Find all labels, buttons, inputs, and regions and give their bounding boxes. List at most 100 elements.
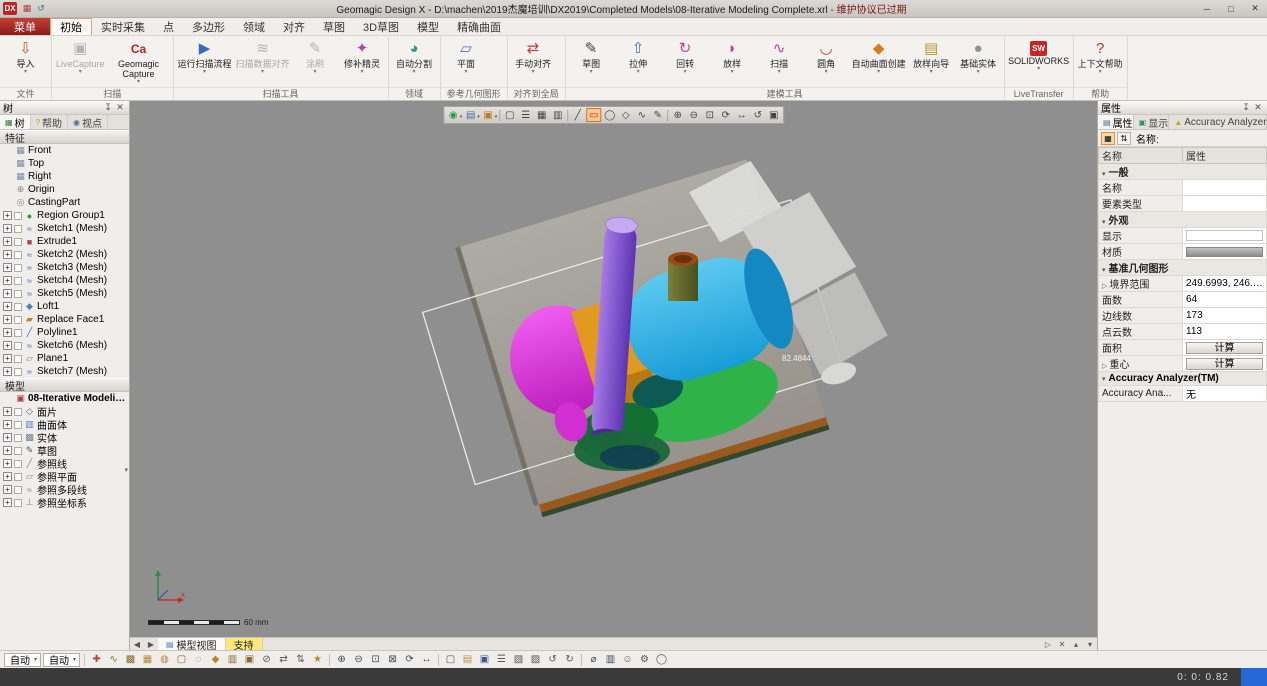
decimate-mesh-icon[interactable]: ▩ xyxy=(123,653,138,667)
expander-icon[interactable]: + xyxy=(3,224,12,233)
calculate-button[interactable]: 计算 xyxy=(1186,342,1263,354)
property-section-Accuracy Analyzer(TM)[interactable]: ▾Accuracy Analyzer(TM) xyxy=(1099,372,1267,386)
tree-item-Origin[interactable]: ⊕Origin xyxy=(0,183,129,196)
column-header-value[interactable]: 属性 xyxy=(1183,148,1267,164)
align-mesh-icon[interactable]: ⇅ xyxy=(293,653,308,667)
ribbon-button-geomagic-capture[interactable]: CaGeomagic Capture▾ xyxy=(107,36,171,87)
scroll-down-button[interactable]: ▾ xyxy=(1083,638,1097,650)
ribbon-button-run-scan-process[interactable]: ▶运行扫描流程▾ xyxy=(176,36,234,87)
minimize-button[interactable]: ─ xyxy=(1195,0,1219,17)
visibility-state-icon[interactable] xyxy=(14,408,22,416)
close-icon[interactable]: ✕ xyxy=(1252,102,1264,113)
visibility-state-icon[interactable] xyxy=(14,473,22,481)
visibility-state-icon[interactable] xyxy=(14,499,22,507)
tree-scroll-down-icon[interactable]: ▾ xyxy=(124,466,128,474)
calculate-button[interactable]: 计算 xyxy=(1186,358,1263,370)
property-label-边线数[interactable]: 边线数 xyxy=(1099,308,1183,324)
scroll-up-button[interactable]: ▴ xyxy=(1069,638,1083,650)
property-value-境界范围[interactable]: 249.6993, 246.52... xyxy=(1183,276,1267,292)
pin-icon[interactable]: ↧ xyxy=(102,102,114,113)
undo-icon[interactable]: ↺ xyxy=(545,653,560,667)
menu-tab-精确曲面[interactable]: 精确曲面 xyxy=(448,18,510,35)
tree-item-CastingPart[interactable]: ◎CastingPart xyxy=(0,196,129,209)
menu-tab-3D草图[interactable]: 3D草图 xyxy=(354,18,408,35)
small-boss-cylinder[interactable] xyxy=(668,252,698,301)
expander-icon[interactable]: + xyxy=(3,367,12,376)
open-file-icon[interactable]: ▤ xyxy=(460,653,475,667)
dropdown-caret-icon[interactable]: ▾ xyxy=(477,114,480,120)
tree-item-Extrude1[interactable]: +■Extrude1 xyxy=(0,235,129,248)
ribbon-button-auto-segment[interactable]: ◕自动分割▾ xyxy=(391,36,438,87)
more-icon[interactable]: ◯ xyxy=(654,653,669,667)
property-label-名称[interactable]: 名称 xyxy=(1099,180,1183,196)
polygon-select-icon[interactable]: ◇ xyxy=(618,108,633,122)
property-label-境界范围[interactable]: ▷境界范围 xyxy=(1099,276,1183,292)
pan-view-icon[interactable]: ↔ xyxy=(419,653,434,667)
render-mode-icon[interactable]: ▣ xyxy=(481,108,496,122)
view-tab-支持[interactable]: 支持 xyxy=(226,638,263,650)
ribbon-button-manual-align[interactable]: ⇄手动对齐▾ xyxy=(510,36,557,87)
menu-tab-对齐[interactable]: 对齐 xyxy=(274,18,314,35)
edit-boundary-icon[interactable]: ▢ xyxy=(174,653,189,667)
user-view-icon[interactable]: ☺ xyxy=(620,653,635,667)
print-icon[interactable]: ☰ xyxy=(494,653,509,667)
rotate-view-icon[interactable]: ⟳ xyxy=(718,108,733,122)
property-label-面积[interactable]: 面积 xyxy=(1099,340,1183,356)
expander-icon[interactable]: + xyxy=(3,459,12,468)
zoom-out-icon[interactable]: ⊖ xyxy=(351,653,366,667)
tree-item-Sketch3 (Mesh)[interactable]: +≈Sketch3 (Mesh) xyxy=(0,261,129,274)
tree-item-Sketch1 (Mesh)[interactable]: +≈Sketch1 (Mesh) xyxy=(0,222,129,235)
menu-tab-草图[interactable]: 草图 xyxy=(314,18,354,35)
property-label-要素类型[interactable]: 要素类型 xyxy=(1099,196,1183,212)
mesh-doctor-icon[interactable]: ★ xyxy=(310,653,325,667)
tree-item-Sketch7 (Mesh)[interactable]: +≈Sketch7 (Mesh) xyxy=(0,365,129,378)
tree-item-Region Group1[interactable]: +●Region Group1 xyxy=(0,209,129,222)
menu-button[interactable]: 菜单 xyxy=(0,18,50,35)
visibility-state-icon[interactable] xyxy=(14,238,22,246)
zoom-in-icon[interactable]: ⊕ xyxy=(334,653,349,667)
tree-item-Sketch2 (Mesh)[interactable]: +≈Sketch2 (Mesh) xyxy=(0,248,129,261)
merge-mesh-icon[interactable]: ▣ xyxy=(242,653,257,667)
sort-az-button[interactable]: ⇅ xyxy=(1117,132,1131,145)
visibility-state-icon[interactable] xyxy=(14,355,22,363)
tree-item-参照多段线[interactable]: +≈参照多段线 xyxy=(0,483,129,496)
rotate-view-icon[interactable]: ⟳ xyxy=(402,653,417,667)
ribbon-button-scan-data-align[interactable]: ≋扫描数据对齐▾ xyxy=(234,36,292,87)
properties-tab-Accuracy Analyzer(...[interactable]: ▲Accuracy Analyzer(... xyxy=(1169,115,1267,129)
ribbon-button-ref-plane[interactable]: ▱平面▾ xyxy=(443,36,490,87)
trim-mesh-icon[interactable]: ⊘ xyxy=(259,653,274,667)
column-header-name[interactable]: 名称 xyxy=(1099,148,1183,164)
property-value-Accuracy Ana...[interactable]: 无 xyxy=(1183,386,1267,402)
tree-item-实体[interactable]: +▩实体 xyxy=(0,431,129,444)
tree-item-08-Iterative Modeling Compl[interactable]: ▣08-Iterative Modeling Compl xyxy=(0,392,129,405)
split-mesh-icon[interactable]: ▥ xyxy=(225,653,240,667)
expander-icon[interactable]: + xyxy=(3,263,12,272)
copy-icon[interactable]: ▧ xyxy=(511,653,526,667)
ribbon-button-primitive-solid[interactable]: ●基础实体▾ xyxy=(955,36,1002,87)
redo-icon[interactable]: ↻ xyxy=(562,653,577,667)
app-logo-icon[interactable]: DX xyxy=(3,2,17,15)
expander-icon[interactable]: + xyxy=(3,250,12,259)
visibility-state-icon[interactable] xyxy=(14,251,22,259)
visibility-state-icon[interactable] xyxy=(14,486,22,494)
property-label-面数[interactable]: 面数 xyxy=(1099,292,1183,308)
visibility-state-icon[interactable] xyxy=(14,264,22,272)
freeform-select-icon[interactable]: ∿ xyxy=(634,108,649,122)
3d-viewport[interactable]: 82.4844 ◉▾▤▾▣▾▢☰▦▥╱▭◯◇∿✎⊕⊖⊡⟳↔↺▣ x 60 mm xyxy=(130,101,1097,637)
expander-icon[interactable]: + xyxy=(3,407,12,416)
property-label-重心[interactable]: ▷重心 xyxy=(1099,356,1183,372)
dropdown-caret-icon[interactable]: ▾ xyxy=(495,114,498,120)
expander-icon[interactable]: + xyxy=(3,485,12,494)
tree-item-Front[interactable]: ▦Front xyxy=(0,144,129,157)
property-label-点云数[interactable]: 点云数 xyxy=(1099,324,1183,340)
defeature-icon[interactable]: ◌ xyxy=(191,653,206,667)
ribbon-button-healing-wizard[interactable]: ✦修补精灵▾ xyxy=(339,36,386,87)
expander-icon[interactable]: + xyxy=(3,328,12,337)
expander-icon[interactable]: + xyxy=(3,302,12,311)
paste-icon[interactable]: ▨ xyxy=(528,653,543,667)
circle-select-icon[interactable]: ◯ xyxy=(602,108,617,122)
property-value-面数[interactable]: 64 xyxy=(1183,292,1267,308)
ribbon-button-loft-wizard[interactable]: ▤放样向导▾ xyxy=(908,36,955,87)
rect-select-icon[interactable]: ▭ xyxy=(586,108,601,122)
pin-icon[interactable]: ↧ xyxy=(1240,102,1252,113)
